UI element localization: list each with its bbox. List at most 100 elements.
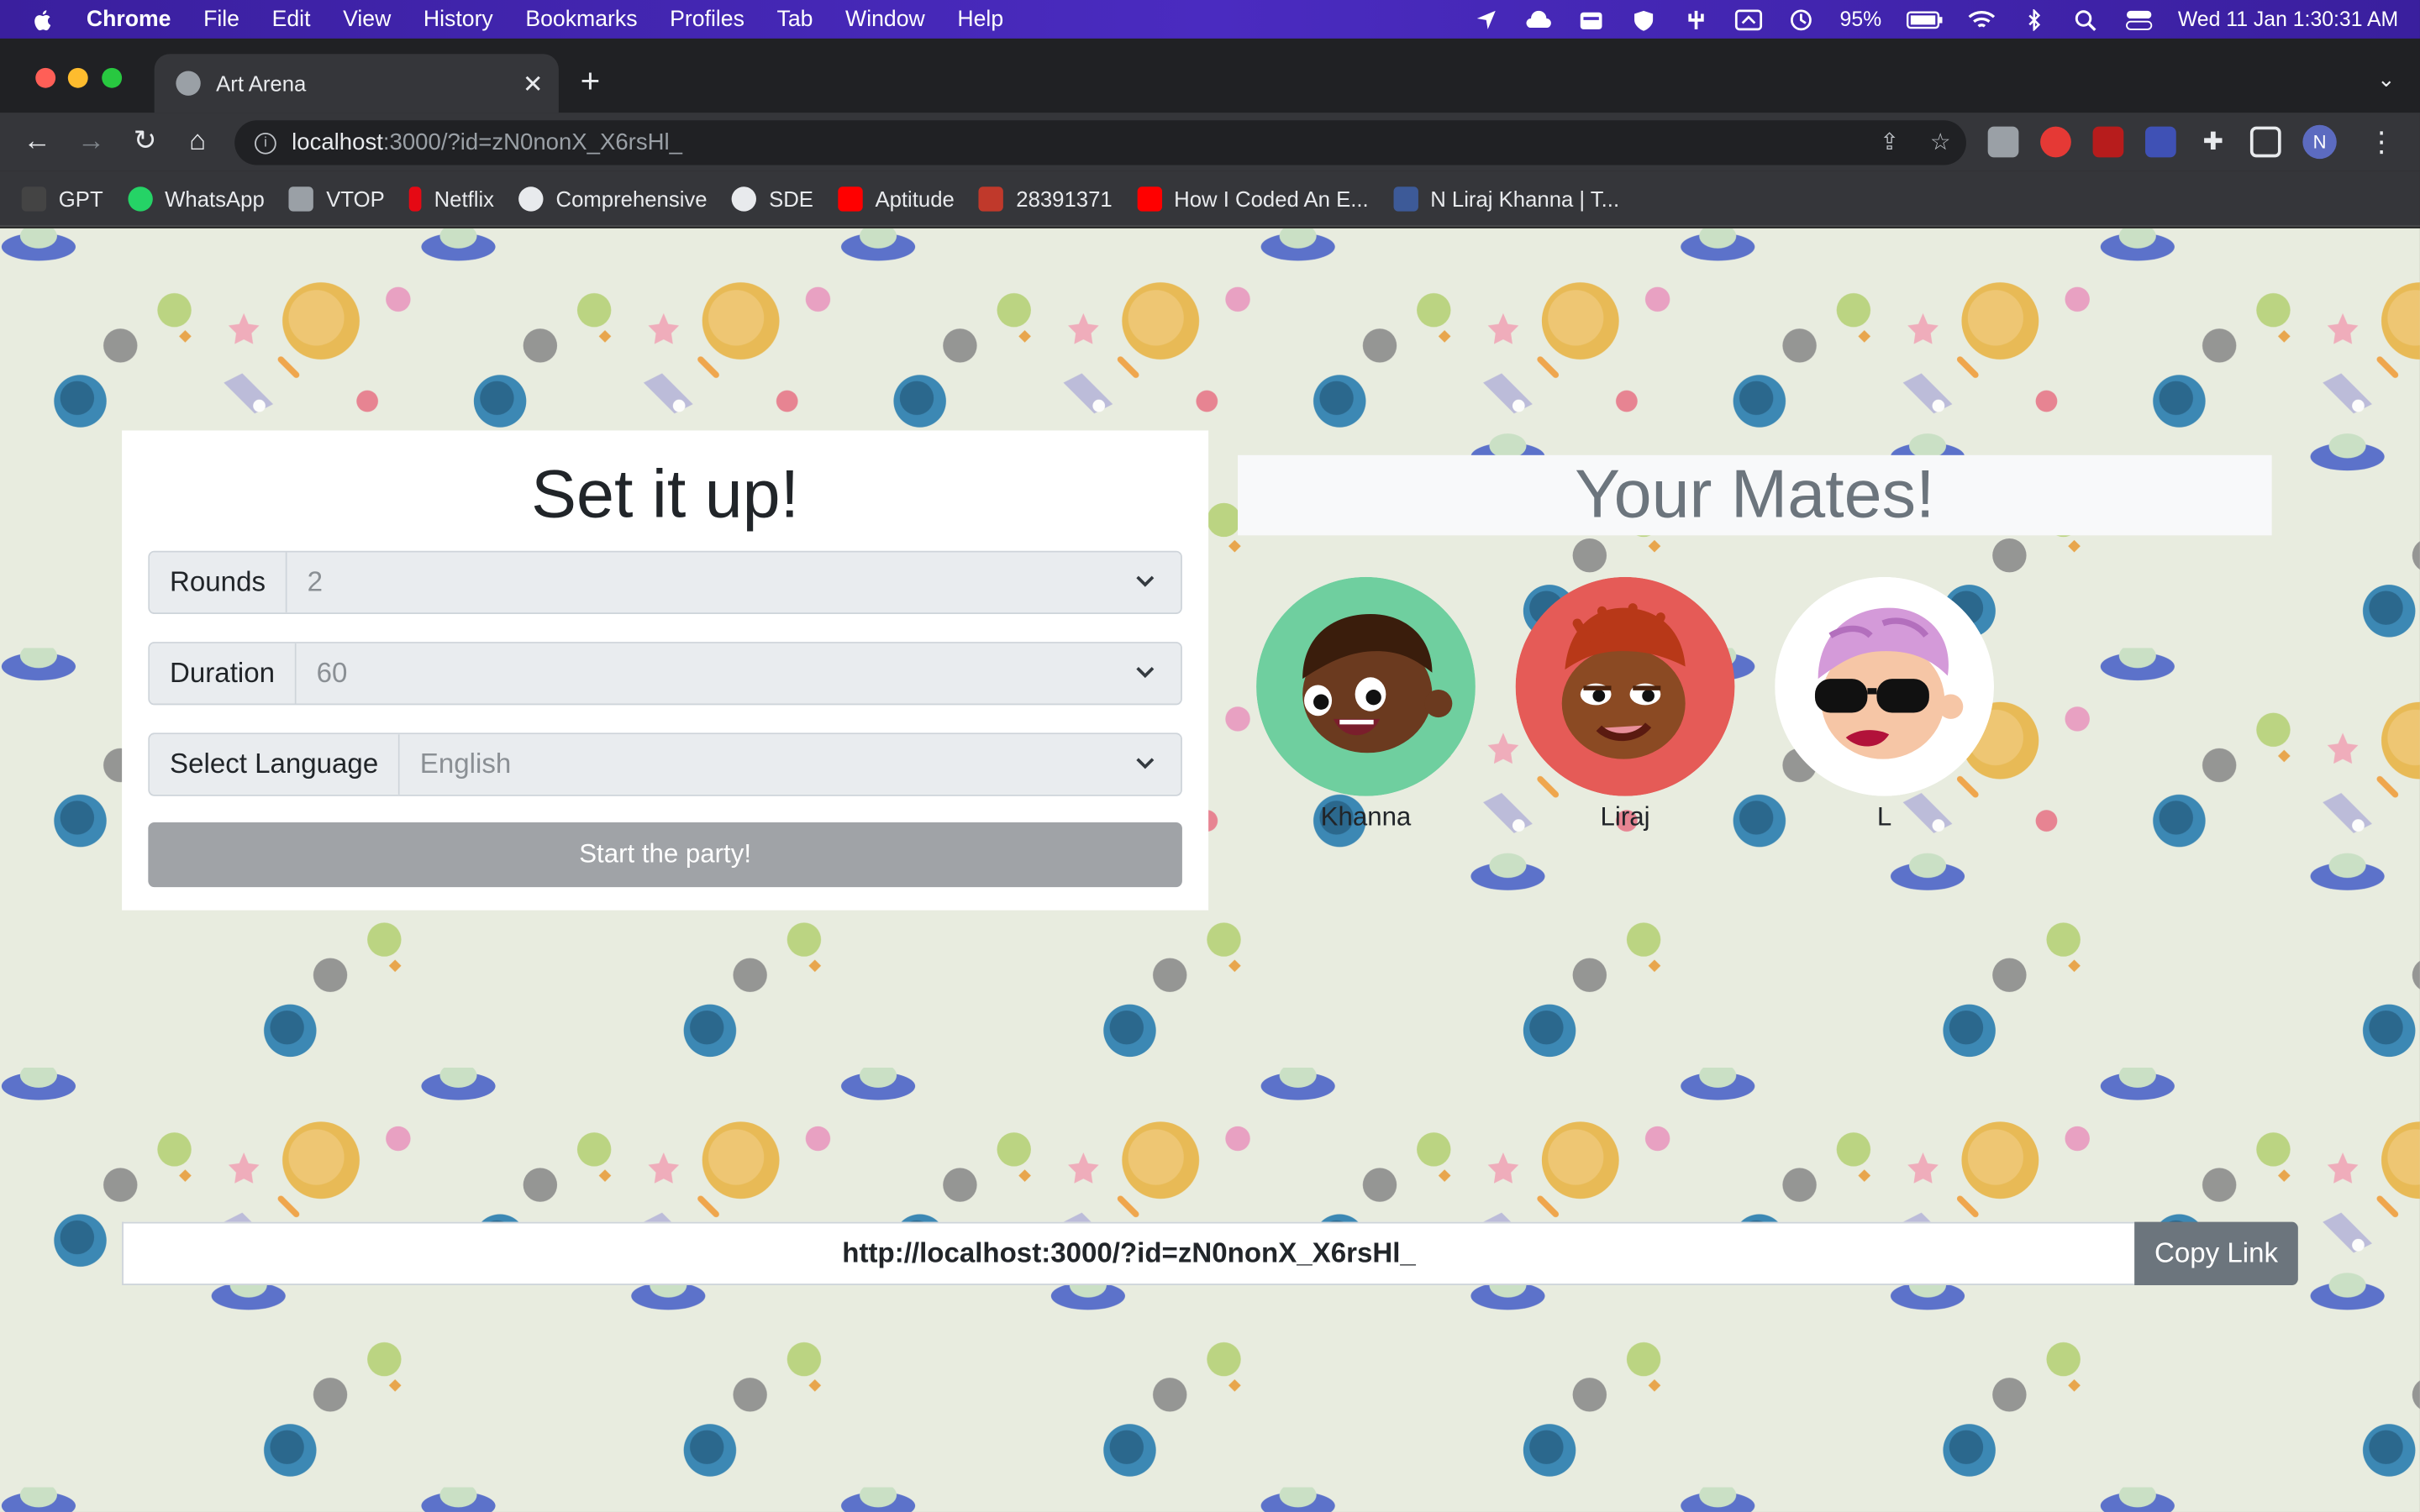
back-arrow-icon[interactable]: ←: [20, 125, 54, 158]
rounds-value[interactable]: 2: [287, 552, 1181, 613]
bookmark-liraj[interactable]: N Liraj Khanna | T...: [1393, 186, 1620, 211]
menu-bookmarks[interactable]: Bookmarks: [525, 7, 637, 31]
start-party-button[interactable]: Start the party!: [148, 822, 1182, 888]
home-icon[interactable]: ⌂: [181, 125, 214, 158]
player-card-khanna: Khanna: [1256, 576, 1476, 833]
zoom-window-button[interactable]: [102, 67, 123, 88]
player-card-l: L: [1775, 576, 1995, 833]
battery-percent: 95%: [1839, 8, 1882, 31]
codeforces-icon: [979, 186, 1004, 211]
menu-file[interactable]: File: [203, 7, 239, 31]
extension-1-icon[interactable]: [1987, 126, 2019, 158]
puzzle-icon[interactable]: ✚: [2197, 127, 2228, 158]
minimize-window-button[interactable]: [67, 67, 88, 88]
close-tab-icon[interactable]: ✕: [523, 70, 544, 101]
side-panel-icon[interactable]: [2249, 126, 2281, 158]
bookmark-aptitude[interactable]: Aptitude: [838, 186, 955, 211]
youtube-icon: [1137, 186, 1162, 211]
bookmark-label: Netflix: [434, 186, 495, 211]
rounds-label: Rounds: [150, 552, 287, 613]
language-select[interactable]: Select Language English: [148, 732, 1182, 796]
player-name: L: [1876, 802, 1892, 832]
screen-share-icon[interactable]: [1735, 8, 1763, 30]
shield-icon[interactable]: [1630, 8, 1658, 30]
share-icon[interactable]: ⇪: [1880, 128, 1899, 155]
url-path: :3000/?id=zN0nonX_X6rsHl_: [382, 129, 682, 156]
bookmark-how-i-coded[interactable]: How I Coded An E...: [1137, 186, 1369, 211]
bookmark-28391371[interactable]: 28391371: [979, 186, 1113, 211]
youtube-icon: [838, 186, 863, 211]
avatar: [1515, 576, 1735, 796]
bookmark-whatsapp[interactable]: WhatsApp: [128, 186, 265, 211]
address-bar[interactable]: i localhost :3000/?id=zN0nonX_X6rsHl_ ⇪ …: [234, 120, 1966, 165]
player-name: Khanna: [1320, 802, 1412, 832]
chevron-down-icon: [1136, 575, 1155, 587]
chevron-down-icon: [1136, 758, 1155, 769]
bookmark-label: WhatsApp: [165, 186, 265, 211]
bookmark-gpt[interactable]: GPT: [21, 186, 103, 211]
menu-tab[interactable]: Tab: [777, 7, 813, 31]
bookmark-label: 28391371: [1016, 186, 1113, 211]
search-icon[interactable]: [2073, 8, 2101, 30]
menu-history[interactable]: History: [424, 7, 493, 31]
forward-arrow-icon[interactable]: →: [74, 125, 108, 158]
menu-app-name[interactable]: Chrome: [87, 7, 171, 31]
wifi-icon[interactable]: [1968, 8, 1996, 30]
location-icon[interactable]: [1472, 8, 1500, 30]
battery-icon[interactable]: [1907, 8, 1944, 30]
avatar: [1775, 576, 1995, 796]
menu-profiles[interactable]: Profiles: [670, 7, 744, 31]
bookmark-label: How I Coded An E...: [1174, 186, 1369, 211]
duration-value[interactable]: 60: [296, 643, 1181, 704]
bookmark-star-icon[interactable]: ☆: [1930, 128, 1951, 155]
duration-value-text: 60: [316, 657, 348, 689]
tf-icon: [1393, 186, 1418, 211]
ublock-icon[interactable]: [2092, 126, 2124, 158]
menu-edit[interactable]: Edit: [272, 7, 311, 31]
macos-menu-bar: Chrome File Edit View History Bookmarks …: [0, 0, 2420, 39]
bookmark-vtop[interactable]: VTOP: [289, 186, 385, 211]
vtop-icon: [289, 186, 314, 211]
url-host: localhost: [292, 129, 383, 156]
menubar-clock[interactable]: Wed 11 Jan 1:30:31 AM: [2178, 8, 2398, 31]
bookmark-comprehensive[interactable]: Comprehensive: [518, 186, 708, 211]
calendar-icon[interactable]: [1577, 8, 1605, 30]
bookmark-label: N Liraj Khanna | T...: [1430, 186, 1620, 211]
close-window-button[interactable]: [35, 67, 56, 88]
bluetooth-icon[interactable]: [2020, 8, 2048, 30]
bookmark-netflix[interactable]: Netflix: [409, 186, 495, 211]
bookmark-label: VTOP: [326, 186, 385, 211]
avatar: [1256, 576, 1476, 796]
menu-view[interactable]: View: [343, 7, 391, 31]
more-menu-icon[interactable]: ⋮: [2367, 126, 2395, 159]
github-icon: [731, 186, 757, 211]
gpt-icon: [21, 186, 47, 211]
invite-link-field[interactable]: http://localhost:3000/?id=zN0nonX_X6rsHl…: [122, 1221, 2135, 1285]
copy-link-button[interactable]: Copy Link: [2134, 1221, 2298, 1285]
new-tab-icon[interactable]: +: [581, 64, 601, 98]
player-card-liraj: Liraj: [1515, 576, 1735, 833]
bookmarks-bar: GPT WhatsApp VTOP Netflix Comprehensive …: [0, 171, 2420, 227]
duration-select[interactable]: Duration 60: [148, 642, 1182, 706]
tab-art-arena[interactable]: Art Arena ✕: [154, 54, 559, 113]
language-value[interactable]: English: [399, 734, 1181, 795]
apple-icon[interactable]: [31, 7, 55, 31]
profile-avatar[interactable]: N: [2302, 124, 2337, 160]
fork-icon[interactable]: [1682, 8, 1710, 30]
cloud-app-icon[interactable]: [1525, 8, 1553, 30]
setup-card: Set it up! Rounds 2 Duration 60 Select L…: [122, 430, 1209, 911]
reload-icon[interactable]: ↻: [128, 125, 161, 158]
menu-help[interactable]: Help: [957, 7, 1003, 31]
extension-2-icon[interactable]: [2040, 126, 2071, 158]
time-machine-icon[interactable]: [1787, 8, 1815, 30]
bookmark-sde[interactable]: SDE: [731, 186, 813, 211]
setup-title: Set it up!: [531, 456, 800, 533]
rounds-select[interactable]: Rounds 2: [148, 550, 1182, 615]
chevron-down-icon[interactable]: ⌄: [2377, 66, 2396, 92]
menu-window[interactable]: Window: [845, 7, 925, 31]
player-name: Liraj: [1600, 802, 1650, 832]
extension-4-icon[interactable]: [2145, 126, 2176, 158]
control-center-icon[interactable]: [2125, 8, 2153, 30]
rounds-value-text: 2: [307, 566, 323, 597]
site-info-icon[interactable]: i: [255, 132, 276, 154]
